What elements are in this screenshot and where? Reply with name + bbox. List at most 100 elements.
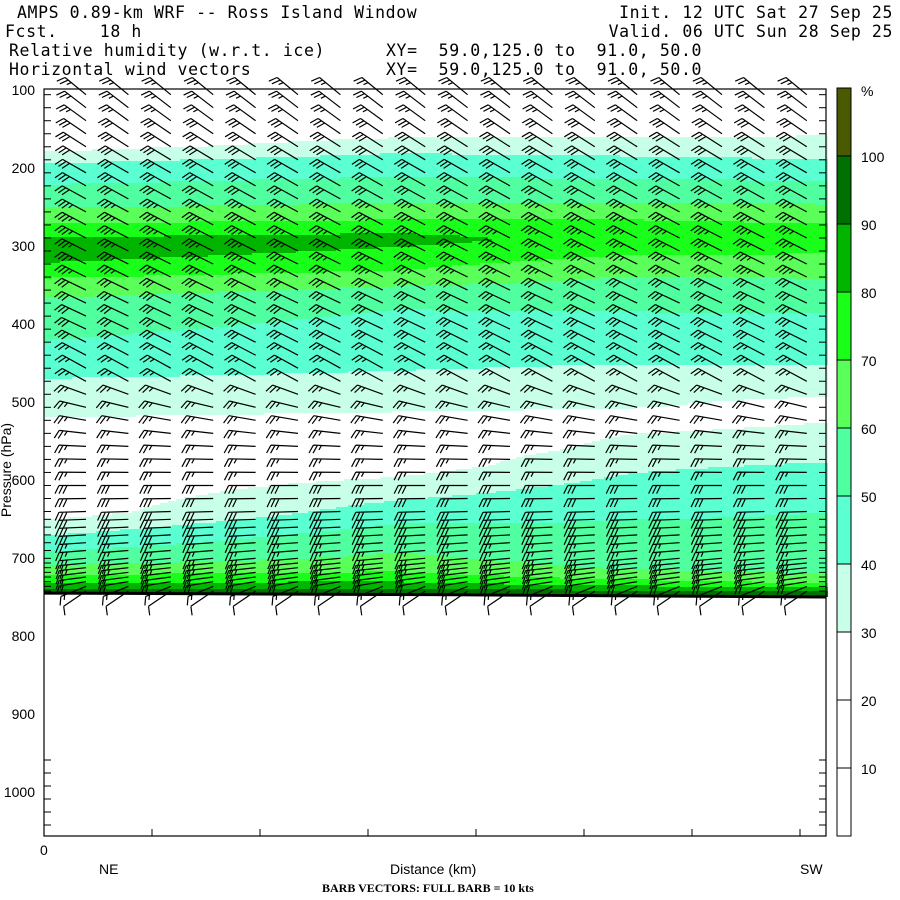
- rh-cell: [764, 255, 768, 277]
- rh-cell: [260, 291, 264, 323]
- rh-cell: [256, 537, 260, 561]
- rh-cell: [128, 259, 132, 277]
- rh-cell: [380, 287, 384, 311]
- rh-cell: [772, 137, 776, 159]
- barb-shape: [437, 104, 468, 122]
- rh-cell: [256, 273, 260, 291]
- rh-cell: [304, 319, 308, 373]
- barb-shape: [56, 90, 87, 109]
- rh-cell: [804, 423, 808, 463]
- rh-cell: [256, 589, 260, 593]
- rh-cell: [220, 291, 224, 327]
- rh-cell: [76, 151, 80, 163]
- rh-cell: [172, 235, 176, 257]
- rh-cell: [300, 273, 304, 289]
- rh-cell: [380, 233, 384, 247]
- barb-shape: [607, 76, 638, 96]
- rh-cell: [212, 221, 216, 235]
- rh-cell: [684, 365, 688, 405]
- barb-shape: [395, 104, 426, 122]
- rh-cell: [292, 559, 296, 573]
- rh-cell: [604, 219, 608, 257]
- rh-cell: [796, 181, 800, 203]
- rh-cell: [240, 273, 244, 291]
- rh-cell: [644, 433, 648, 473]
- wind-barb: [98, 90, 129, 109]
- rh-cell: [164, 545, 168, 563]
- rh-cell: [808, 513, 812, 573]
- rh-cell: [320, 589, 324, 593]
- wind-barb: [55, 117, 87, 135]
- rh-cell: [196, 375, 200, 415]
- rh-cell: [260, 375, 264, 415]
- rh-cell: [628, 473, 632, 521]
- rh-cell: [764, 515, 768, 571]
- rh-cell: [508, 367, 512, 411]
- rh-cell: [768, 583, 772, 587]
- wind-barb: [395, 76, 426, 96]
- rh-cell: [504, 461, 508, 491]
- rh-cell: [256, 253, 260, 273]
- rh-cell: [816, 253, 820, 279]
- rh-cell: [432, 311, 436, 369]
- rh-cell: [808, 181, 812, 203]
- rh-cell: [220, 375, 224, 415]
- rh-cell: [260, 143, 264, 157]
- barb-shape: [521, 117, 553, 135]
- rh-cell: [140, 377, 144, 415]
- rh-cell: [52, 565, 56, 575]
- rh-cell: [592, 521, 596, 567]
- rh-cell: [124, 183, 128, 207]
- barb-shape: [647, 415, 680, 425]
- rh-cell: [464, 369, 468, 411]
- rh-cell: [172, 207, 176, 223]
- rh-cell: [684, 179, 688, 203]
- rh-cell: [236, 375, 240, 415]
- rh-cell: [720, 157, 724, 179]
- rh-cell: [772, 465, 776, 515]
- rh-cell: [240, 325, 244, 375]
- barb-shape: [266, 444, 299, 454]
- rh-cell: [488, 589, 492, 593]
- barb-shape: [183, 104, 214, 122]
- rh-cell: [256, 143, 260, 157]
- rh-cell: [56, 263, 60, 277]
- rh-cell: [548, 367, 552, 409]
- rh-cell: [384, 219, 388, 233]
- rh-cell: [768, 571, 772, 583]
- rh-cell: [776, 365, 780, 399]
- wind-barb: [140, 117, 172, 135]
- rh-cell: [552, 589, 556, 593]
- rh-cell: [452, 243, 456, 265]
- rh-cell: [724, 221, 728, 255]
- rh-cell: [552, 137, 556, 155]
- rh-cell: [472, 311, 476, 369]
- rh-cell: [812, 279, 816, 313]
- rh-cell: [296, 179, 300, 205]
- rh-cell: [288, 373, 292, 413]
- rh-cell: [212, 159, 216, 181]
- rh-cell: [212, 293, 216, 327]
- rh-cell: [304, 573, 308, 581]
- barb-shape: [223, 471, 256, 481]
- rh-cell: [300, 179, 304, 203]
- rh-cell: [392, 309, 396, 371]
- rh-cell: [516, 589, 520, 593]
- rh-cell: [816, 463, 820, 513]
- barb-shape: [266, 458, 299, 468]
- rh-cell: [380, 219, 384, 233]
- rh-cell: [684, 431, 688, 469]
- rh-cell: [684, 313, 688, 365]
- rh-cell: [764, 583, 768, 587]
- rh-cell: [728, 581, 732, 587]
- rh-cell: [476, 241, 480, 265]
- rh-cell: [336, 249, 340, 271]
- wind-barb: [183, 104, 214, 122]
- rh-cell: [428, 473, 432, 497]
- rh-cell: [540, 219, 544, 261]
- rh-cell: [536, 155, 540, 179]
- wind-barb: [96, 458, 129, 468]
- rh-cell: [468, 311, 472, 369]
- rh-cell: [92, 583, 96, 589]
- rh-cell: [508, 459, 512, 491]
